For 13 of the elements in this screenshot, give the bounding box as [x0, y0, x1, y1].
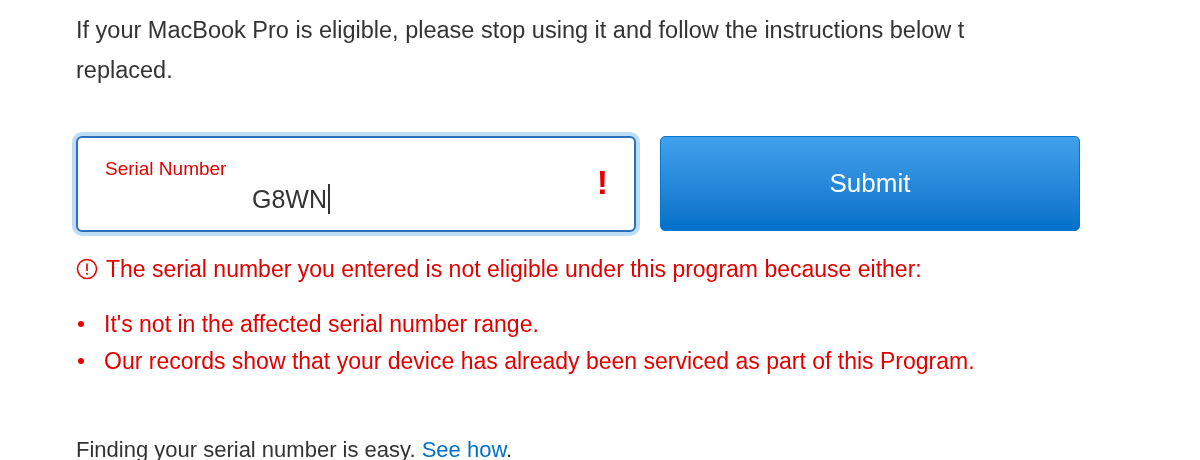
bullet-icon: [78, 358, 84, 364]
alert-icon: [76, 258, 98, 281]
field-label: Serial Number: [105, 157, 227, 181]
bullet-icon: [78, 321, 84, 327]
error-reason: It's not in the affected serial number range.: [104, 309, 539, 339]
submit-button[interactable]: Submit: [660, 136, 1080, 231]
error-mark: !: [596, 162, 608, 202]
see-how-link[interactable]: See how: [421, 436, 507, 460]
error-message: The serial number you entered is not eligible under this program because either:: [106, 255, 922, 284]
intro-text: If your MacBook Pro is eligible, please stop using it and follow the instructions below t: [76, 16, 965, 45]
field-value: G8WN: [252, 184, 330, 214]
intro-text: replaced.: [76, 56, 173, 85]
error-reason: Our records show that your device has already been serviced as part of this Program.: [104, 346, 975, 376]
